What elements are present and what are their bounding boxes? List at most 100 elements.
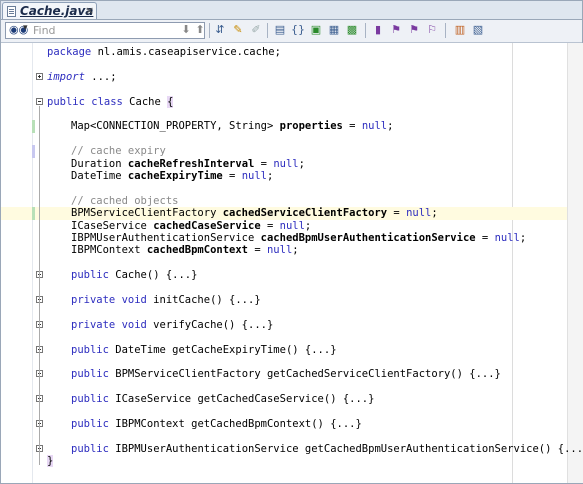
code-token: nl.amis.caseapiservice.cache;: [91, 46, 281, 58]
code-token: // cache expiry: [71, 145, 166, 158]
code-text: IBPMContext cachedBpmContext = null;: [71, 244, 299, 257]
search-input[interactable]: ◉◉ ▾ Find: [5, 22, 205, 39]
code-line[interactable]: [1, 430, 567, 443]
code-token: =: [387, 207, 407, 220]
code-token: DateTime getCacheExpiryTime() {...}: [108, 343, 337, 356]
code-line[interactable]: Map<CONNECTION_PROPERTY, String> propert…: [1, 120, 567, 133]
code-line[interactable]: IBPMUserAuthenticationService cachedBpmU…: [1, 232, 567, 245]
bookmark-icon[interactable]: ▮: [371, 23, 385, 37]
code-token: public: [71, 418, 109, 430]
code-line[interactable]: [1, 282, 567, 295]
code-line[interactable]: }: [1, 455, 567, 468]
code-token: public: [71, 343, 109, 356]
code-token: ...;: [84, 70, 117, 83]
code-line[interactable]: [1, 356, 567, 369]
code-line[interactable]: private void initCache() {...}: [1, 294, 567, 307]
code-text: }: [47, 455, 54, 468]
code-token: IBPMContext: [71, 244, 147, 257]
code-text: Duration cacheRefreshInterval = null;: [71, 158, 305, 171]
toolbar-separator: [445, 23, 446, 38]
code-line[interactable]: public DateTime getCacheExpiryTime() {..…: [1, 344, 567, 357]
code-line[interactable]: package nl.amis.caseapiservice.cache;: [1, 46, 567, 59]
code-line[interactable]: // cached objects: [1, 195, 567, 208]
code-line[interactable]: [1, 306, 567, 319]
toggle-hierarchy-icon[interactable]: ⇵: [213, 23, 227, 37]
code-token: =: [475, 232, 495, 244]
highlight-icon[interactable]: ✎: [231, 23, 245, 37]
code-token: ;: [387, 120, 394, 133]
code-token: IBPMContext getCachedBpmContext() {...}: [108, 418, 362, 430]
code-line[interactable]: IBPMContext cachedBpmContext = null;: [1, 244, 567, 257]
code-token: properties: [279, 120, 343, 133]
code-token: null: [406, 207, 432, 220]
editor-toolbar: ◉◉ ▾ Find ⬇ ⬆ ⇵ ✎ ✐ ▤ {} ▣ ▦ ▩ ▮ ⚑ ⚑ ⚐ ▥…: [1, 20, 582, 43]
prev-bookmark-icon[interactable]: ⚑: [407, 23, 421, 37]
code-text: // cached objects: [71, 195, 178, 208]
arrow-up-icon[interactable]: ⬆: [193, 23, 207, 37]
clear-bookmark-icon[interactable]: ⚐: [425, 23, 439, 37]
comment-icon[interactable]: ▥: [453, 23, 467, 37]
tab-cache-java[interactable]: Cache.java ×: [2, 2, 97, 19]
code-text: IBPMUserAuthenticationService cachedBpmU…: [71, 232, 526, 245]
chevron-down-icon[interactable]: ▾: [23, 23, 28, 33]
run-icon[interactable]: ▩: [345, 23, 359, 37]
code-line[interactable]: [1, 133, 567, 146]
vertical-scrollbar[interactable]: [567, 43, 583, 483]
code-text: public IBPMUserAuthenticationService get…: [71, 443, 583, 456]
code-text: import ...;: [47, 71, 117, 84]
collapse-fold-icon[interactable]: [36, 97, 43, 105]
code-text: public ICaseService getCachedCaseService…: [71, 393, 374, 406]
code-line[interactable]: public IBPMUserAuthenticationService get…: [1, 443, 583, 456]
code-line[interactable]: Duration cacheRefreshInterval = null;: [1, 158, 567, 171]
code-line[interactable]: [1, 331, 567, 344]
go-to-declaration-icon[interactable]: ▦: [327, 23, 341, 37]
code-token: Cache: [122, 95, 168, 108]
expand-fold-icon[interactable]: [36, 72, 43, 80]
code-line[interactable]: [1, 58, 567, 71]
code-line[interactable]: public BPMServiceClientFactory getCached…: [1, 368, 567, 381]
code-line[interactable]: public Cache() {...}: [1, 269, 567, 282]
code-line[interactable]: [1, 108, 567, 121]
code-text: Map<CONNECTION_PROPERTY, String> propert…: [71, 120, 393, 133]
code-token: cachedServiceClientFactory: [222, 207, 388, 220]
code-token: null: [494, 232, 520, 244]
code-line[interactable]: [1, 83, 567, 96]
brace-icon[interactable]: {}: [291, 23, 305, 37]
code-token: null: [273, 157, 299, 170]
code-token: =: [254, 157, 274, 170]
tab-bar: Cache.java ×: [1, 1, 582, 20]
code-line[interactable]: [1, 381, 567, 394]
clear-highlight-icon[interactable]: ✐: [249, 23, 263, 37]
code-editor[interactable]: package nl.amis.caseapiservice.cache; imp…: [1, 43, 583, 483]
code-line[interactable]: private void verifyCache() {...}: [1, 319, 567, 332]
code-line[interactable]: [1, 257, 567, 270]
next-bookmark-icon[interactable]: ⚑: [389, 23, 403, 37]
code-token: null: [279, 219, 305, 232]
close-icon[interactable]: ×: [85, 4, 94, 17]
code-token: private void: [71, 318, 147, 331]
code-token: Duration: [71, 157, 128, 170]
block-icon[interactable]: ▧: [471, 23, 485, 37]
find-usages-icon[interactable]: ▤: [273, 23, 287, 37]
change-marker: [32, 120, 35, 134]
code-text: // cache expiry: [71, 145, 166, 158]
find-placeholder: Find: [33, 24, 56, 37]
code-line[interactable]: BPMServiceClientFactory cachedServiceCli…: [1, 207, 567, 221]
code-text: public DateTime getCacheExpiryTime() {..…: [71, 344, 337, 357]
code-line[interactable]: DateTime cacheExpiryTime = null;: [1, 170, 567, 183]
code-line[interactable]: import ...;: [1, 71, 567, 84]
change-marker: [32, 145, 35, 159]
code-line[interactable]: [1, 406, 567, 419]
code-line[interactable]: [1, 182, 567, 195]
code-text: DateTime cacheExpiryTime = null;: [71, 170, 273, 183]
code-line[interactable]: // cache expiry: [1, 145, 567, 158]
code-text: private void initCache() {...}: [71, 294, 261, 307]
go-to-class-icon[interactable]: ▣: [309, 23, 323, 37]
code-text: public class Cache {: [47, 95, 174, 109]
arrow-down-icon[interactable]: ⬇: [179, 23, 193, 37]
code-line[interactable]: public IBPMContext getCachedBpmContext()…: [1, 418, 567, 431]
code-line[interactable]: ICaseService cachedCaseService = null;: [1, 220, 567, 233]
code-line[interactable]: public ICaseService getCachedCaseService…: [1, 393, 567, 406]
code-line[interactable]: public class Cache {: [1, 95, 567, 109]
code-token: ;: [519, 232, 527, 244]
